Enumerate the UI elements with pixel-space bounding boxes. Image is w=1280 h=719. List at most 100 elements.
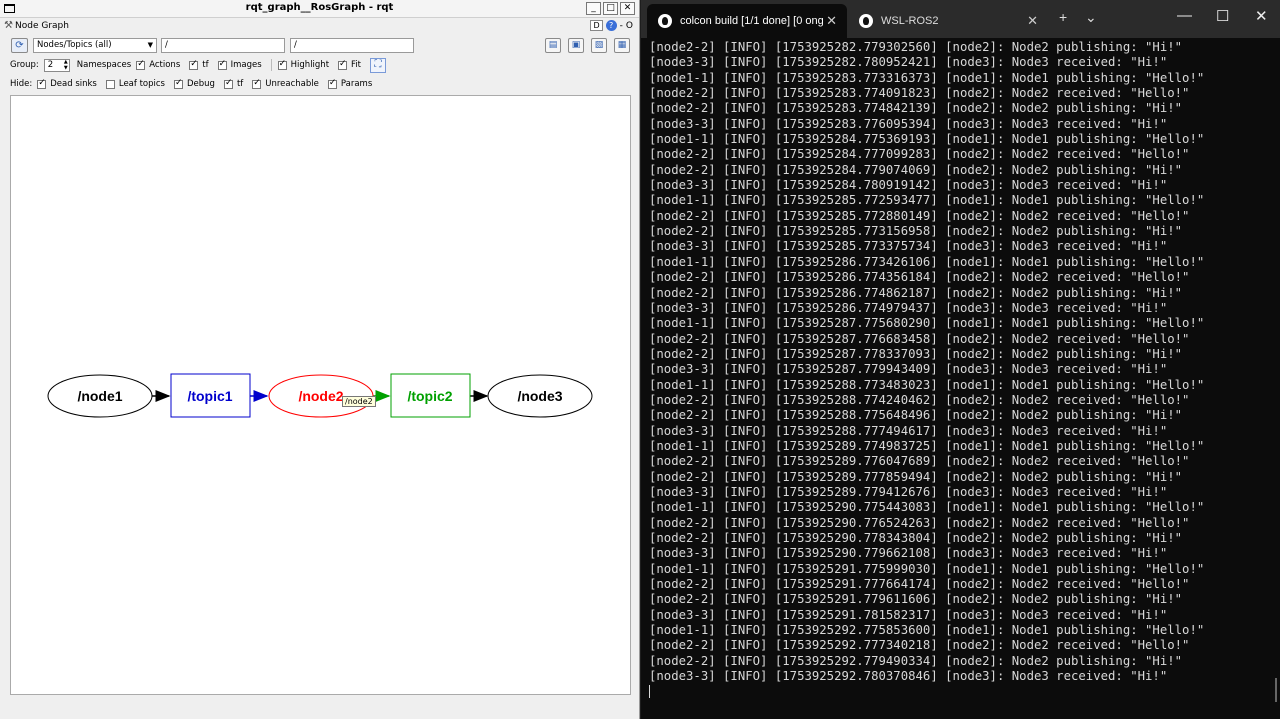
close-plugin-button[interactable]: O [626,21,633,31]
terminal-cursor-line [649,684,1274,699]
maximize-terminal-button[interactable]: ☐ [1216,7,1229,25]
plugin-tools-icon: ⚒ [4,20,13,31]
log-line: [node2-2] [INFO] [1753925282.779302560] … [649,40,1183,54]
hide-tf-checkbox[interactable]: tf [223,78,243,89]
plugin-titlebar: ⚒ Node Graph D ? - O [0,18,639,34]
close-tab-icon[interactable]: ✕ [1027,13,1038,29]
text-cursor [649,685,650,699]
tab-wsl-ros2[interactable]: WSL-ROS2 ✕ [848,4,1048,38]
rqt-titlebar: rqt_graph__RosGraph - rqt _ □ ✕ [0,0,639,18]
log-line: [node2-2] [INFO] [1753925286.774862187] … [649,285,1183,300]
plugin-title: Node Graph [15,21,69,31]
tab-colcon-build-label: colcon build [1/1 done] [0 ong [680,15,824,27]
log-line: [node2-2] [INFO] [1753925291.779611606] … [649,592,1183,607]
log-line: [node2-2] [INFO] [1753925289.776047689] … [649,454,1190,469]
log-line: [node2-2] [INFO] [1753925289.777859494] … [649,469,1183,484]
node2-label: /node2 [298,388,343,404]
checkbox-checked-icon [37,78,47,89]
images-label: Images [230,60,262,70]
maximize-button[interactable]: □ [603,2,618,15]
group-spinbox[interactable]: 2 ▲ ▼ [43,58,70,72]
new-tab-button[interactable]: + [1059,9,1067,25]
graph-node-node1[interactable]: /node1 [47,374,153,418]
unreachable-checkbox[interactable]: Unreachable [252,78,319,89]
checkbox-checked-icon [217,59,227,70]
log-line: [node2-2] [INFO] [1753925283.774091823] … [649,86,1190,101]
close-button[interactable]: ✕ [620,2,635,15]
minimize-terminal-button[interactable]: — [1177,7,1192,24]
leaf-topics-checkbox[interactable]: Leaf topics [105,79,165,89]
node-tooltip: /node2 [342,396,376,407]
fit-checkbox[interactable]: Fit [338,59,361,70]
highlight-checkbox[interactable]: Highlight [277,59,330,70]
node1-label: /node1 [77,388,122,404]
log-line: [node2-2] [INFO] [1753925285.773156958] … [649,224,1183,239]
checkbox-checked-icon [223,78,233,89]
log-line: [node2-2] [INFO] [1753925290.776524263] … [649,515,1190,530]
params-checkbox[interactable]: Params [327,78,373,89]
terminal-tabbar: colcon build [1/1 done] [0 ong ✕ WSL-ROS… [641,0,1280,38]
actions-checkbox[interactable]: Actions [136,59,181,70]
log-line: [node1-1] [INFO] [1753925289.774983725] … [649,438,1205,453]
dead-sinks-checkbox[interactable]: Dead sinks [37,78,97,89]
params-label: Params [340,79,373,89]
terminal-scrollbar[interactable] [1275,678,1277,702]
tab-colcon-build[interactable]: colcon build [1/1 done] [0 ong ✕ [647,4,847,38]
close-tab-icon[interactable]: ✕ [826,13,837,29]
log-line: [node1-1] [INFO] [1753925286.773426106] … [649,254,1205,269]
namespaces-checkbox[interactable]: Namespaces [77,60,131,70]
log-line: [node2-2] [INFO] [1753925285.772880149] … [649,208,1190,223]
minimize-plugin-button[interactable]: - [620,21,623,31]
log-line: [node2-2] [INFO] [1753925286.774356184] … [649,270,1190,285]
save-dot-button[interactable]: ▣ [568,38,584,53]
refresh-graph-button[interactable]: ⟳ [11,38,28,53]
namespaces-label: Namespaces [76,60,132,70]
topic2-label: /topic2 [407,388,452,404]
load-dot-button[interactable]: ▤ [545,38,561,53]
close-terminal-button[interactable]: ✕ [1255,7,1268,25]
log-line: [node2-2] [INFO] [1753925284.779074069] … [649,162,1183,177]
save-svg-button[interactable]: ▧ [591,38,607,53]
log-line: [node3-3] [INFO] [1753925283.776095394] … [649,116,1168,131]
tf-checkbox[interactable]: tf [189,59,209,70]
terminal-output[interactable]: [node2-2] [INFO] [1753925282.779302560] … [649,40,1274,700]
actions-label: Actions [149,60,181,70]
log-line: [node3-3] [INFO] [1753925289.779412676] … [649,484,1168,499]
tf-label: tf [202,60,209,70]
graph-canvas[interactable]: /node1 /topic1 /node2 /topic2 /node3 /no… [10,95,631,695]
ros-graph: /node1 /topic1 /node2 /topic2 /node3 [47,373,593,418]
graph-topic-topic2[interactable]: /topic2 [390,373,471,418]
debug-checkbox[interactable]: Debug [173,78,215,89]
graph-topic-topic1[interactable]: /topic1 [170,373,251,418]
tab-wsl-ros2-label: WSL-ROS2 [881,15,939,27]
spin-arrows-icon: ▲ ▼ [63,58,68,71]
tab-dropdown-button[interactable]: ⌄ [1085,9,1097,26]
checkbox-checked-icon [173,78,183,89]
graph-mode-select[interactable]: Nodes/Topics (all) ▼ [33,38,157,53]
graph-node-node3[interactable]: /node3 [487,374,593,418]
log-line: [node3-3] [INFO] [1753925282.780952421] … [649,55,1168,70]
chevron-down-icon: ▼ [147,41,153,49]
minimize-button[interactable]: _ [586,2,601,15]
help-button[interactable]: ? [605,20,617,31]
highlight-label: Highlight [290,60,330,70]
log-line: [node3-3] [INFO] [1753925291.781582317] … [649,607,1168,622]
fit-in-view-button[interactable]: ⛶ [370,57,386,73]
node3-label: /node3 [517,388,562,404]
unreachable-label: Unreachable [265,79,319,89]
options-row: Group: 2▲▼ Namespaces Actions tf Images … [10,57,386,73]
topic-filter-input[interactable]: / [290,38,414,53]
log-line: [node3-3] [INFO] [1753925286.774979437] … [649,300,1168,315]
save-image-button[interactable]: ▦ [614,38,630,53]
namespace-filter-input[interactable]: / [161,38,285,53]
log-line: [node2-2] [INFO] [1753925292.777340218] … [649,638,1190,653]
log-line: [node3-3] [INFO] [1753925284.780919142] … [649,178,1168,193]
dock-button[interactable]: D [590,20,603,31]
log-line: [node1-1] [INFO] [1753925290.775443083] … [649,500,1205,515]
hide-label: Hide: [10,79,33,89]
images-checkbox[interactable]: Images [217,59,262,70]
log-line: [node2-2] [INFO] [1753925287.776683458] … [649,331,1190,346]
linux-penguin-icon [658,14,672,28]
log-line: [node1-1] [INFO] [1753925285.772593477] … [649,193,1205,208]
log-line: [node2-2] [INFO] [1753925284.777099283] … [649,147,1190,162]
